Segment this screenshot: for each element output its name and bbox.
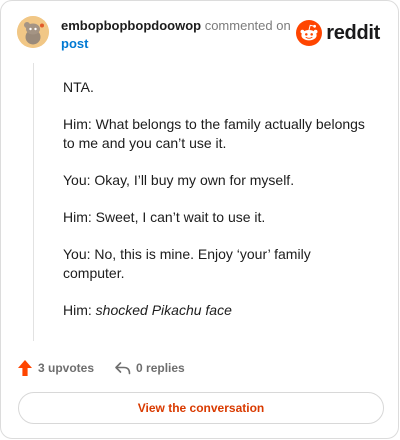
reply-button[interactable]: 0 replies bbox=[114, 360, 185, 376]
reply-arrow-icon bbox=[115, 362, 131, 375]
thread-line bbox=[33, 63, 34, 341]
comment-actions: 3 upvotes 0 replies bbox=[17, 357, 185, 379]
comment-paragraph: You: No, this is mine. Enjoy ‘your’ fami… bbox=[63, 246, 311, 281]
view-conversation-button[interactable]: View the conversation bbox=[18, 392, 384, 424]
post-link[interactable]: post bbox=[61, 36, 88, 51]
reddit-logo-icon bbox=[296, 20, 323, 46]
comment-paragraph: You: Okay, I’ll buy my own for myself. bbox=[63, 172, 295, 188]
reply-count: 0 replies bbox=[136, 361, 185, 375]
last-line-italic: shocked Pikachu face bbox=[95, 302, 232, 318]
upvote-button[interactable]: 3 upvotes bbox=[17, 359, 94, 377]
comment-paragraph: Him: Sweet, I can’t wait to use it. bbox=[63, 209, 266, 225]
comment-paragraph: Him: What belongs to the family actually… bbox=[63, 116, 365, 151]
comment-header: embopbopbopdoowop commented on post bbox=[61, 17, 291, 53]
upvote-arrow-icon bbox=[18, 360, 32, 376]
reddit-brand[interactable]: reddit bbox=[296, 20, 380, 46]
username-link[interactable]: embopbopbopdoowop bbox=[61, 18, 201, 33]
embedded-comment-card: embopbopbopdoowop commented on post redd… bbox=[0, 0, 399, 439]
last-line-prefix: Him: bbox=[63, 302, 96, 318]
comment-paragraph: NTA. bbox=[63, 79, 94, 95]
upvote-count: 3 upvotes bbox=[38, 361, 95, 375]
snoo-avatar-icon[interactable] bbox=[17, 16, 49, 48]
comment-body: NTA. Him: What belongs to the family act… bbox=[63, 78, 373, 320]
comment-paragraph-last: Him: shocked Pikachu face bbox=[63, 301, 373, 320]
comment-action-text: commented on bbox=[204, 18, 291, 33]
reddit-wordmark: reddit bbox=[326, 21, 380, 44]
